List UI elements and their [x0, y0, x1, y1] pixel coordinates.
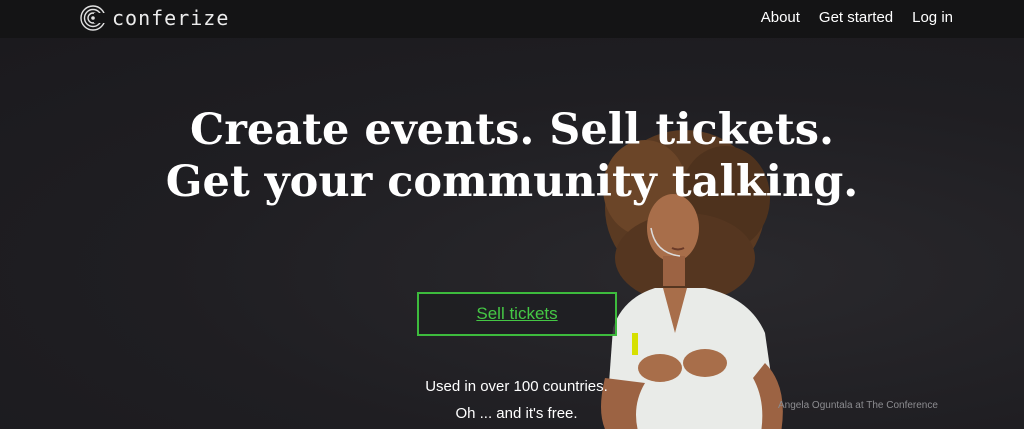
main-nav: About Get started Log in: [761, 9, 953, 26]
sell-tickets-button[interactable]: Sell tickets: [417, 292, 617, 336]
headline-line-2: Get your community talking.: [165, 157, 859, 207]
brand-logo[interactable]: conferize: [80, 4, 229, 32]
conferize-logo-icon: [80, 5, 106, 31]
top-navigation-bar: conferize About Get started Log in: [0, 0, 1024, 38]
hero-headline: Create events. Sell tickets. Get your co…: [0, 104, 1024, 208]
photo-credit: Angela Oguntala at The Conference: [778, 400, 938, 411]
nav-link-log-in[interactable]: Log in: [912, 9, 953, 26]
nav-link-about[interactable]: About: [761, 9, 800, 26]
brand-name: conferize: [112, 6, 230, 30]
nav-link-get-started[interactable]: Get started: [819, 9, 893, 26]
tagline-countries: Used in over 100 countries.: [425, 378, 608, 395]
headline-line-1: Create events. Sell tickets.: [190, 105, 834, 155]
hero-section: Create events. Sell tickets. Get your co…: [0, 38, 1024, 429]
